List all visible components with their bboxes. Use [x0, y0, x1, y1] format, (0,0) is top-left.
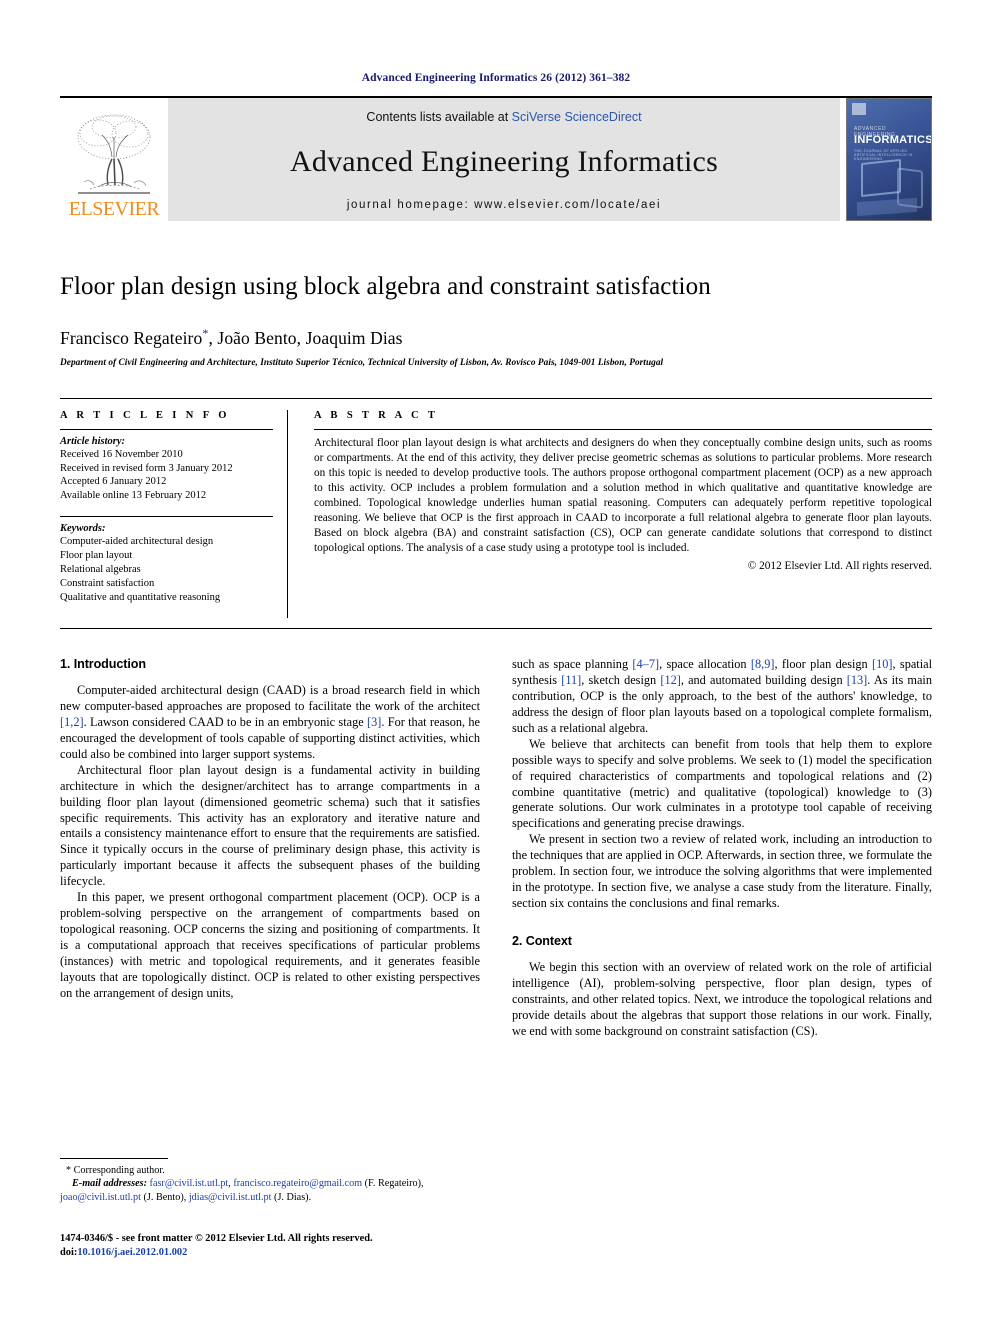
email-link-2[interactable]: francisco.regateiro@gmail.com — [233, 1178, 362, 1189]
citation-ref[interactable]: [4–7] — [632, 657, 659, 671]
masthead-center: Contents lists available at SciVerse Sci… — [168, 98, 840, 221]
email-addresses-note: E-mail addresses: fasr@civil.ist.utl.pt,… — [60, 1177, 480, 1204]
body-columns: 1. Introduction Computer-aided architect… — [60, 657, 932, 1039]
cover-title: INFORMATICS — [854, 134, 932, 146]
abstract-text: Architectural floor plan layout design i… — [314, 436, 932, 555]
corresponding-author-note: * Corresponding author. — [66, 1165, 165, 1176]
author-first: Francisco Regateiro — [60, 327, 203, 348]
abstract-copyright: © 2012 Elsevier Ltd. All rights reserved… — [747, 559, 932, 572]
author-name-3: (J. Dias). — [271, 1191, 312, 1203]
doi-label: doi: — [60, 1246, 78, 1258]
author-name-2: (J. Bento), — [140, 1191, 189, 1203]
email-link-4[interactable]: jdias@civil.ist.utl.pt — [189, 1192, 272, 1203]
list-item: Qualitative and quantitative reasoning — [60, 592, 221, 604]
citation-ref[interactable]: [12] — [660, 673, 681, 687]
authors-remaining: , João Bento, Joaquim Dias — [208, 327, 403, 348]
cover-elsevier-logo-icon — [852, 103, 866, 115]
body-column-right: such as space planning [4–7], space allo… — [512, 657, 932, 1039]
citation-ref[interactable]: [1,2] — [60, 715, 84, 729]
paper-page: Advanced Engineering Informatics 26 (201… — [0, 0, 992, 1323]
list-item: Available online 13 February 2012 — [60, 490, 207, 502]
running-head: Advanced Engineering Informatics 26 (201… — [361, 72, 631, 84]
journal-cover-thumbnail: ADVANCED ENGINEERING INFORMATICS THE JOU… — [846, 98, 932, 221]
issn-doi-block: 1474-0346/$ - see front matter © 2012 El… — [60, 1232, 500, 1259]
author-list: Francisco Regateiro*, João Bento, Joaqui… — [60, 326, 932, 349]
cover-artwork-shape-3 — [857, 197, 917, 217]
paragraph-text: , space allocation — [659, 657, 751, 672]
article-info-heading: A R T I C L E I N F O — [60, 409, 230, 421]
keywords-label: Keywords: — [60, 523, 106, 535]
citation-ref[interactable]: [3] — [367, 715, 381, 729]
divider — [314, 428, 932, 430]
abstract-heading: A B S T R A C T — [314, 409, 439, 421]
journal-masthead: ELSEVIER Contents lists available at Sci… — [60, 96, 932, 221]
footnote-divider — [60, 1158, 168, 1159]
cover-artwork-shape-1 — [861, 158, 901, 198]
elsevier-wordmark: ELSEVIER — [68, 198, 160, 220]
page-title: Floor plan design using block algebra an… — [60, 273, 711, 300]
journal-title: Advanced Engineering Informatics — [290, 144, 718, 178]
list-item: Received 16 November 2010 — [60, 448, 183, 460]
article-info-column: A R T I C L E I N F O Article history: R… — [60, 409, 288, 619]
footnote-block: * Corresponding author. E-mail addresses… — [60, 1158, 480, 1204]
citation-ref[interactable]: [10] — [872, 657, 893, 671]
journal-homepage-line[interactable]: journal homepage: www.elsevier.com/locat… — [347, 199, 661, 211]
info-abstract-band: A R T I C L E I N F O Article history: R… — [60, 397, 932, 630]
issn-line: 1474-0346/$ - see front matter © 2012 El… — [60, 1233, 373, 1244]
elsevier-logo: ELSEVIER — [60, 98, 168, 221]
keywords-list: Computer-aided architectural design Floo… — [60, 535, 273, 605]
paragraph-text: Computer-aided architectural design (CAA… — [60, 683, 480, 714]
paragraph-text: , floor plan design — [774, 657, 873, 672]
paragraph-text: such as space planning — [512, 657, 633, 672]
section-heading-context: 2. Context — [512, 933, 572, 948]
doi-line: doi:10.1016/j.aei.2012.01.002 — [60, 1246, 500, 1260]
divider — [60, 516, 273, 518]
affiliation: Department of Civil Engineering and Arch… — [60, 357, 664, 368]
author-name-1: (F. Regateiro), — [362, 1178, 424, 1190]
paragraph-text: , and automated building design — [680, 673, 847, 688]
divider — [60, 428, 273, 430]
email-link-1[interactable]: fasr@civil.ist.utl.pt — [150, 1178, 229, 1189]
paragraph: Architectural floor plan layout design i… — [60, 762, 480, 889]
citation-ref[interactable]: [8,9] — [751, 657, 775, 671]
list-item: Computer-aided architectural design — [60, 536, 214, 548]
email-link-3[interactable]: joao@civil.ist.utl.pt — [60, 1192, 141, 1203]
section-heading-introduction: 1. Introduction — [60, 657, 146, 672]
article-history-list: Received 16 November 2010 Received in re… — [60, 448, 273, 504]
list-item: Constraint satisfaction — [60, 578, 155, 590]
paragraph: We present in section two a review of re… — [512, 832, 932, 910]
paragraph: Computer-aided architectural design (CAA… — [60, 683, 480, 763]
citation-ref[interactable]: [13] — [847, 673, 868, 687]
paragraph-text: . Lawson considered CAAD to be in an emb… — [83, 715, 368, 729]
list-item: Received in revised form 3 January 2012 — [60, 462, 233, 474]
paragraph: We believe that architects can benefit f… — [512, 736, 932, 831]
paragraph-text: , sketch design — [581, 673, 661, 688]
doi-link[interactable]: 10.1016/j.aei.2012.01.002 — [77, 1247, 187, 1258]
abstract-column: A B S T R A C T Architectural floor plan… — [314, 410, 932, 619]
elsevier-tree-icon — [77, 114, 151, 194]
list-item: Accepted 6 January 2012 — [60, 476, 167, 488]
title-block: Floor plan design using block algebra an… — [60, 273, 932, 368]
body-column-left: 1. Introduction Computer-aided architect… — [60, 657, 480, 1039]
paragraph: such as space planning [4–7], space allo… — [512, 657, 932, 737]
contents-prefix: Contents lists available at — [366, 110, 512, 124]
contents-available-line: Contents lists available at SciVerse Sci… — [366, 110, 641, 124]
citation-ref[interactable]: [11] — [561, 673, 581, 687]
paragraph: We begin this section with an overview o… — [512, 959, 932, 1038]
list-item: Floor plan layout — [60, 550, 133, 562]
email-label: E-mail addresses: — [72, 1178, 147, 1190]
list-item: Relational algebras — [60, 564, 141, 576]
paragraph: In this paper, we present orthogonal com… — [60, 890, 480, 1000]
sciencedirect-link[interactable]: SciVerse ScienceDirect — [512, 110, 642, 124]
article-history-label: Article history: — [60, 435, 126, 447]
